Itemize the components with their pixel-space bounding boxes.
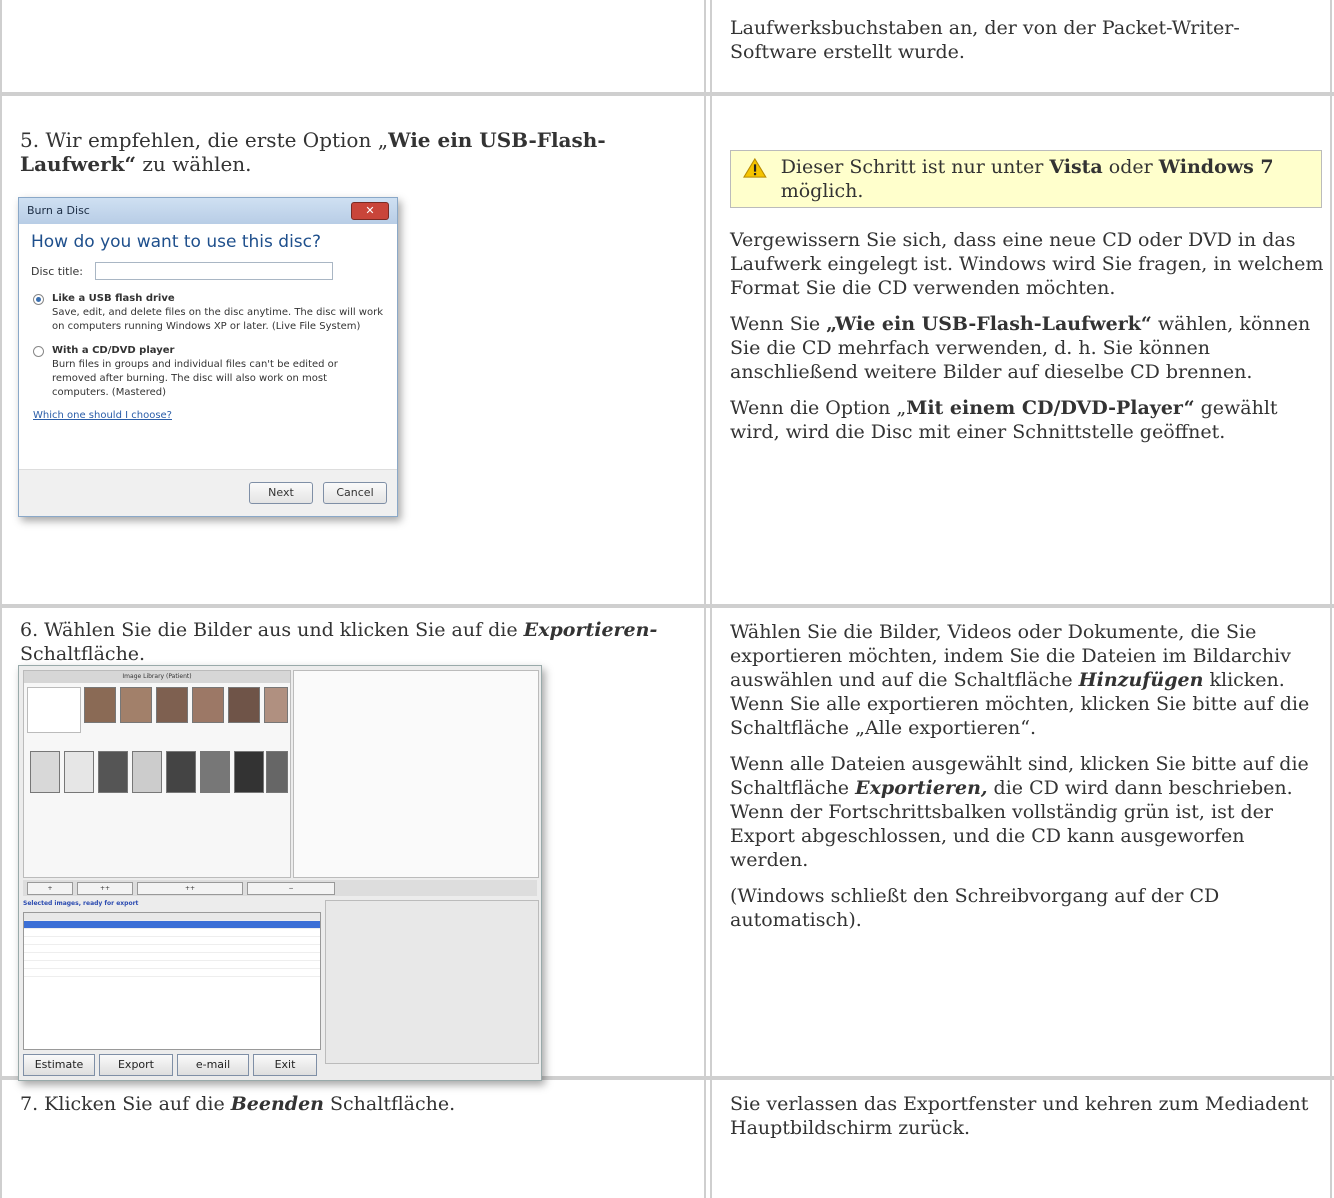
table-row[interactable] bbox=[24, 961, 320, 969]
option-description: Burn files in groups and individual file… bbox=[52, 359, 338, 398]
row-top-right-text: Laufwerksbuchstaben an, der von der Pack… bbox=[730, 16, 1290, 76]
selected-images-table[interactable] bbox=[23, 912, 321, 1050]
warning-text: Dieser Schritt ist nur unter Vista oder … bbox=[780, 156, 1274, 202]
next-button[interactable]: Next bbox=[249, 482, 313, 504]
image-library-title: Image Library (Patient) bbox=[24, 671, 290, 683]
disc-title-label: Disc title: bbox=[31, 264, 84, 278]
remove-button[interactable]: − bbox=[247, 882, 335, 895]
image-library-panel: Image Library (Patient) bbox=[23, 670, 291, 878]
paragraph: Wenn die Option „Mit einem CD/DVD-Player… bbox=[730, 397, 1278, 443]
disc-title-input[interactable] bbox=[95, 262, 334, 280]
row5-right-text: Vergewissern Sie sich, dass eine neue CD… bbox=[730, 228, 1324, 456]
option-title: With a CD/DVD player bbox=[52, 345, 175, 356]
thumbnail[interactable] bbox=[120, 687, 152, 723]
thumbnail[interactable] bbox=[200, 751, 230, 793]
preview-panel bbox=[293, 670, 539, 878]
option-usb-flash-drive[interactable]: Like a USB flash drive Save, edit, and d… bbox=[31, 292, 385, 334]
thumbnail[interactable] bbox=[156, 687, 188, 723]
paragraph: Vergewissern Sie sich, dass eine neue CD… bbox=[730, 229, 1324, 299]
row-divider-1 bbox=[0, 92, 1334, 96]
radio-selected-icon[interactable] bbox=[33, 294, 44, 305]
estimate-button[interactable]: Estimate bbox=[23, 1054, 95, 1076]
step-7-instruction: 7. Klicken Sie auf die Beenden Schaltflä… bbox=[20, 1093, 456, 1115]
selected-images-header: Selected images, ready for export bbox=[23, 900, 139, 907]
row-divider-2 bbox=[0, 604, 1334, 608]
table-border-left bbox=[0, 0, 2, 1198]
table-row[interactable] bbox=[24, 969, 320, 977]
add-all-button[interactable]: ++ bbox=[77, 882, 133, 895]
dialog-title: Burn a Disc bbox=[27, 204, 90, 217]
table-header bbox=[24, 913, 320, 921]
thumbnail[interactable] bbox=[266, 751, 288, 793]
export-window: Image Library (Patient) + ++ ++ − Select… bbox=[18, 665, 542, 1081]
thumbnail[interactable] bbox=[166, 751, 196, 793]
paragraph: Wenn alle Dateien ausgewählt sind, klick… bbox=[730, 753, 1309, 871]
table-row[interactable] bbox=[24, 921, 320, 929]
add-button[interactable]: + bbox=[27, 882, 73, 895]
add-toolbar: + ++ ++ − bbox=[23, 880, 537, 896]
option-title: Like a USB flash drive bbox=[52, 293, 175, 304]
email-button[interactable]: e-mail bbox=[177, 1054, 249, 1076]
help-link[interactable]: Which one should I choose? bbox=[33, 410, 385, 421]
thumbnail[interactable] bbox=[264, 687, 288, 723]
paragraph: Sie verlassen das Exportfenster und kehr… bbox=[730, 1093, 1309, 1139]
dialog-footer: Next Cancel bbox=[19, 469, 397, 516]
table-row[interactable] bbox=[24, 937, 320, 945]
step-5-instruction: 5. Wir empfehlen, die erste Option „Wie … bbox=[20, 128, 606, 176]
paragraph: Wählen Sie die Bilder, Videos oder Dokum… bbox=[730, 621, 1310, 739]
warning-box: Dieser Schritt ist nur unter Vista oder … bbox=[730, 150, 1322, 208]
paragraph: (Windows schließt den Schreibvorgang auf… bbox=[730, 885, 1220, 931]
table-row[interactable] bbox=[24, 953, 320, 961]
table-column-divider-a bbox=[704, 0, 706, 1198]
dialog-question: How do you want to use this disc? bbox=[31, 232, 322, 252]
thumbnail[interactable] bbox=[30, 751, 60, 793]
table-row[interactable] bbox=[24, 929, 320, 937]
exit-button[interactable]: Exit bbox=[253, 1054, 317, 1076]
burn-disc-dialog: Burn a Disc ✕ How do you want to use thi… bbox=[18, 197, 398, 517]
thumbnail[interactable] bbox=[84, 687, 116, 723]
thumbnail[interactable] bbox=[192, 687, 224, 723]
close-icon[interactable]: ✕ bbox=[351, 202, 389, 220]
paragraph: Laufwerksbuchstaben an, der von der Pack… bbox=[730, 17, 1240, 63]
cancel-button[interactable]: Cancel bbox=[323, 482, 387, 504]
row7-left-text: 7. Klicken Sie auf die Beenden Schaltflä… bbox=[20, 1092, 690, 1128]
dialog-title-bar: Burn a Disc ✕ bbox=[19, 198, 397, 224]
table-row[interactable] bbox=[24, 945, 320, 953]
option-cd-dvd-player[interactable]: With a CD/DVD player Burn files in group… bbox=[31, 344, 385, 400]
radio-unselected-icon[interactable] bbox=[33, 346, 44, 357]
export-button[interactable]: Export bbox=[99, 1054, 173, 1076]
thumbnail[interactable] bbox=[234, 751, 264, 793]
paragraph: Wenn Sie „Wie ein USB-Flash-Laufwerk“ wä… bbox=[730, 313, 1311, 383]
thumbnail[interactable] bbox=[132, 751, 162, 793]
export-options-panel bbox=[325, 900, 539, 1064]
warning-icon bbox=[743, 157, 767, 178]
thumbnail[interactable] bbox=[98, 751, 128, 793]
row5-left-text: 5. Wir empfehlen, die erste Option „Wie … bbox=[20, 128, 680, 188]
row6-right-text: Wählen Sie die Bilder, Videos oder Dokum… bbox=[730, 620, 1324, 944]
option-description: Save, edit, and delete files on the disc… bbox=[52, 307, 384, 332]
thumbnail[interactable] bbox=[228, 687, 260, 723]
row7-right-text: Sie verlassen das Exportfenster und kehr… bbox=[730, 1092, 1324, 1152]
table-border-right bbox=[1330, 0, 1332, 1198]
library-tree[interactable] bbox=[27, 687, 81, 733]
add-all-subfolders-button[interactable]: ++ bbox=[137, 882, 243, 895]
step-6-instruction: 6. Wählen Sie die Bilder aus und klicken… bbox=[20, 619, 658, 665]
export-button-bar: Estimate Export e-mail Exit bbox=[23, 1054, 323, 1076]
table-column-divider-b bbox=[710, 0, 712, 1198]
thumbnail[interactable] bbox=[64, 751, 94, 793]
